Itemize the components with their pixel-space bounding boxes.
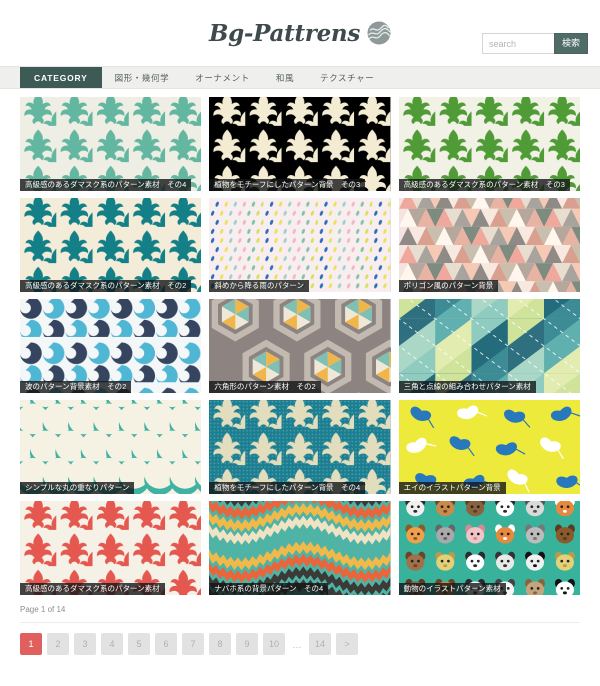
- search-input[interactable]: [482, 33, 554, 54]
- pagination-page-7[interactable]: 7: [182, 633, 204, 655]
- pattern-card-caption: 高級感のあるダマスク系のパターン素材 その4: [20, 179, 192, 191]
- pattern-card[interactable]: ナバホ系の背景パターン その4: [209, 501, 391, 595]
- pagination-page-1[interactable]: 1: [20, 633, 42, 655]
- pattern-card[interactable]: 植物をモチーフにしたパターン背景 その4: [209, 400, 391, 494]
- pattern-card[interactable]: 高級感のあるダマスク系のパターン素材 その2: [20, 198, 202, 292]
- pattern-card[interactable]: シンプルな丸の重なりパターン: [20, 400, 202, 494]
- nav-item-label: オーナメント: [195, 72, 250, 83]
- pattern-thumbnail-image: [20, 97, 202, 191]
- pagination-section: Page 1 of 14 1 2 3 4 5 6 7 8 9 10 ··· 14 >: [0, 595, 600, 655]
- pattern-card-caption: 植物をモチーフにしたパターン背景 その3: [209, 179, 366, 191]
- pattern-card[interactable]: 六角形のパターン素材 その2: [209, 299, 391, 393]
- pattern-thumbnail-image: [209, 501, 391, 595]
- nav-item-4[interactable]: テクスチャー: [307, 67, 387, 88]
- pattern-card[interactable]: 斜めから降る雨のパターン: [209, 198, 391, 292]
- pagination-page-9[interactable]: 9: [236, 633, 258, 655]
- nav-item-label: CATEGORY: [34, 72, 88, 83]
- pattern-card-caption: 斜めから降る雨のパターン: [209, 280, 309, 292]
- search-box[interactable]: 検索: [482, 33, 588, 54]
- pattern-thumbnail-image: [20, 299, 202, 393]
- pattern-card[interactable]: 波のパターン背景素材 その2: [20, 299, 202, 393]
- pattern-card[interactable]: 動物のイラストパターン素材: [398, 501, 580, 595]
- search-submit-button[interactable]: 検索: [554, 33, 588, 54]
- pattern-card-caption: 三角と点線の組み合わせパターン素材: [398, 381, 536, 393]
- logo-text: Bg-Pattrens: [208, 19, 361, 47]
- pattern-thumbnail-image: [209, 198, 391, 292]
- nav-item-label: テクスチャー: [320, 72, 375, 83]
- pattern-card[interactable]: 三角と点線の組み合わせパターン素材: [398, 299, 580, 393]
- pattern-card-caption: 高級感のあるダマスク系のパターン素材: [20, 583, 165, 595]
- pagination-next-button[interactable]: >: [336, 633, 358, 655]
- category-navbar: CATEGORY 図形・幾何学 オーナメント 和風 テクスチャー: [0, 66, 600, 89]
- page-count-label: Page 1 of 14: [20, 605, 580, 623]
- pattern-thumbnail-image: [20, 400, 202, 494]
- pagination-page-3[interactable]: 3: [74, 633, 96, 655]
- site-logo[interactable]: Bg-Pattrens: [209, 20, 391, 47]
- pattern-card[interactable]: ポリゴン風のパターン背景: [398, 198, 580, 292]
- pattern-card[interactable]: 植物をモチーフにしたパターン背景 その3: [209, 97, 391, 191]
- pattern-card[interactable]: 高級感のあるダマスク系のパターン素材 その4: [20, 97, 202, 191]
- pattern-card-caption: ポリゴン風のパターン背景: [398, 280, 499, 292]
- pattern-card[interactable]: 高級感のあるダマスク系のパターン素材: [20, 501, 202, 595]
- pattern-thumbnail-image: [209, 97, 391, 191]
- pagination-ellipsis: ···: [292, 642, 302, 652]
- pagination-page-2[interactable]: 2: [47, 633, 69, 655]
- nav-item-label: 図形・幾何学: [114, 72, 170, 83]
- circle-wave-mark-icon: [367, 21, 391, 45]
- site-header: Bg-Pattrens 検索: [0, 0, 600, 66]
- pattern-thumbnail-image: [209, 299, 391, 393]
- pattern-card-caption: 波のパターン背景素材 その2: [20, 381, 132, 393]
- page-root: Bg-Pattrens 検索 CATEGORY 図形・幾何学 オーナメント 和風 テクス…: [0, 0, 600, 686]
- nav-item-0[interactable]: CATEGORY: [20, 67, 102, 88]
- pattern-card[interactable]: 高級感のあるダマスク系のパターン素材 その3: [398, 97, 580, 191]
- nav-item-3[interactable]: 和風: [263, 67, 307, 88]
- pattern-thumbnail-image: [398, 299, 580, 393]
- pattern-thumbnail-image: [209, 400, 391, 494]
- nav-item-1[interactable]: 図形・幾何学: [102, 67, 183, 88]
- pattern-thumbnail-image: [398, 501, 580, 595]
- pagination-page-6[interactable]: 6: [155, 633, 177, 655]
- pattern-card-caption: 六角形のパターン素材 その2: [209, 381, 321, 393]
- nav-item-2[interactable]: オーナメント: [182, 67, 263, 88]
- pattern-card-caption: 動物のイラストパターン素材: [398, 583, 506, 595]
- pattern-thumbnail-image: [20, 198, 202, 292]
- nav-item-label: 和風: [275, 72, 295, 83]
- pagination-page-last[interactable]: 14: [309, 633, 331, 655]
- pattern-card-caption: シンプルな丸の重なりパターン: [20, 482, 135, 494]
- pattern-thumbnail-image: [398, 198, 580, 292]
- pagination-list: 1 2 3 4 5 6 7 8 9 10 ··· 14 >: [20, 633, 580, 655]
- pattern-card-caption: 高級感のあるダマスク系のパターン素材 その2: [20, 280, 192, 292]
- pagination-page-5[interactable]: 5: [128, 633, 150, 655]
- pagination-page-10[interactable]: 10: [263, 633, 285, 655]
- pattern-thumbnail-image: [398, 97, 580, 191]
- pattern-thumbnail-image: [398, 400, 580, 494]
- pattern-grid: 高級感のあるダマスク系のパターン素材 その4 植物をモチーフにしたパターン背景 そ…: [0, 89, 600, 595]
- pattern-card[interactable]: エイのイラストパターン背景: [398, 400, 580, 494]
- pagination-page-4[interactable]: 4: [101, 633, 123, 655]
- pattern-card-caption: エイのイラストパターン背景: [398, 482, 506, 494]
- pattern-thumbnail-image: [20, 501, 202, 595]
- pagination-page-8[interactable]: 8: [209, 633, 231, 655]
- pattern-card-caption: 植物をモチーフにしたパターン背景 その4: [209, 482, 366, 494]
- pattern-card-caption: ナバホ系の背景パターン その4: [209, 583, 329, 595]
- pattern-card-caption: 高級感のあるダマスク系のパターン素材 その3: [398, 179, 570, 191]
